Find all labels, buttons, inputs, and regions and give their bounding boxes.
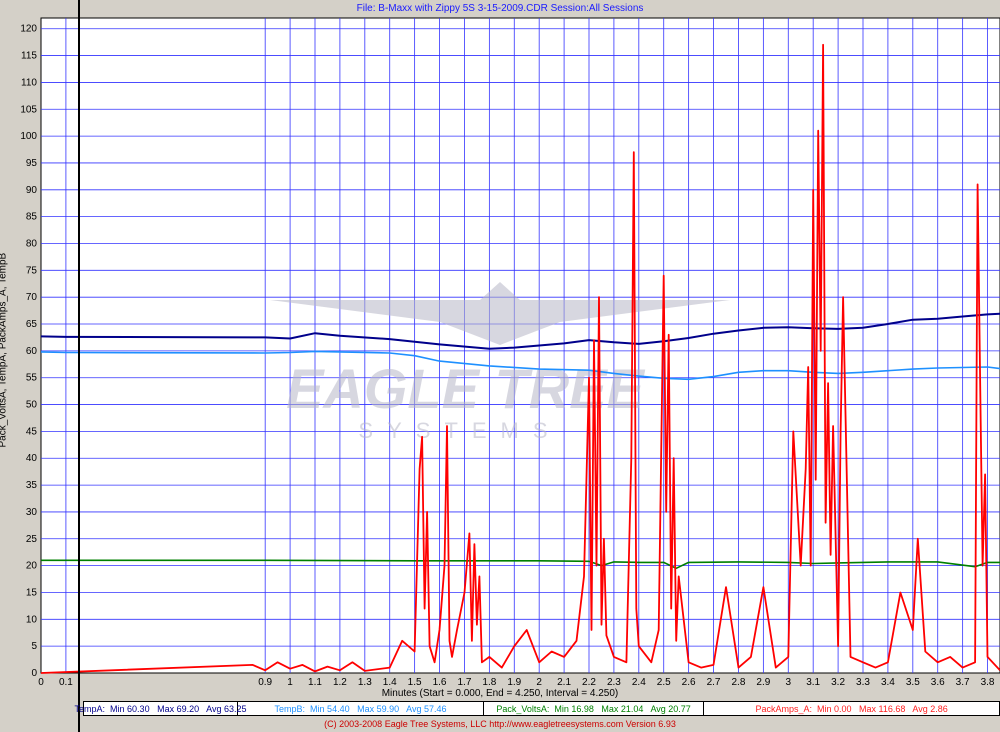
y-tick-label: 40 (26, 453, 38, 464)
x-tick-label: 1.7 (458, 677, 472, 688)
x-tick-label: 3.3 (856, 677, 870, 688)
copyright-footer: (C) 2003-2008 Eagle Tree Systems, LLC ht… (324, 719, 676, 729)
y-tick-label: 25 (26, 534, 38, 545)
y-tick-label: 60 (26, 346, 38, 357)
y-tick-label: 0 (31, 668, 37, 679)
x-tick-label: 2.6 (682, 677, 696, 688)
x-tick-label: 0.1 (59, 677, 73, 688)
x-tick-label: 2.3 (607, 677, 621, 688)
y-tick-label: 50 (26, 400, 38, 411)
x-tick-label: 1.2 (333, 677, 347, 688)
y-tick-label: 90 (26, 185, 38, 196)
x-tick-label: 3.8 (981, 677, 995, 688)
y-tick-label: 80 (26, 238, 38, 249)
x-tick-label: 3.2 (831, 677, 845, 688)
legend-packamps: PackAmps_A: Min 0.00 Max 116.68 Avg 2.86 (755, 703, 948, 714)
x-tick-label: 2.8 (732, 677, 746, 688)
y-tick-label: 45 (26, 426, 38, 437)
x-tick-label: 2.9 (756, 677, 770, 688)
plot-background (40, 17, 1000, 674)
x-axis-ticks: 0 0.1 0.9 1 1.1 1.2 1.3 1.4 1.5 1.6 1.7 1.8 1.9 2 2.1 2… (38, 677, 995, 688)
x-tick-label: 3.5 (906, 677, 920, 688)
x-tick-label: 3 (785, 677, 791, 688)
x-tick-label: 3.6 (931, 677, 945, 688)
y-tick-label: 15 (26, 587, 38, 598)
svg-text:EAGLE TREE: EAGLE TREE (286, 357, 645, 420)
y-tick-label: 70 (26, 292, 38, 303)
y-tick-label: 10 (26, 614, 38, 625)
x-axis-label: Minutes (Start = 0.000, End = 4.250, Int… (381, 688, 619, 699)
legend-packvolts: Pack_VoltsA: Min 16.98 Max 21.04 Avg 20.… (484, 702, 705, 715)
y-tick-label: 55 (26, 373, 38, 384)
y-tick-label: 35 (26, 480, 38, 491)
x-tick-label: 1 (287, 677, 293, 688)
x-tick-label: 0.9 (258, 677, 272, 688)
x-tick-label: 1.6 (433, 677, 447, 688)
stats-legend: TempA: Min 60.30 Max 69.20 Avg 63.25 Tem… (74, 701, 1000, 716)
y-tick-label: 105 (20, 104, 37, 115)
x-tick-label: 1.1 (308, 677, 322, 688)
x-tick-label: 2.1 (557, 677, 571, 688)
y-tick-label: 5 (31, 641, 37, 652)
x-tick-label: 0 (38, 677, 44, 688)
y-tick-label: 85 (26, 212, 38, 223)
svg-text:SYSTEMS: SYSTEMS (358, 418, 561, 443)
chart-svg: EAGLE TREE SYSTEMS 051015202530354045505… (20, 0, 1000, 732)
x-tick-label: 2.5 (657, 677, 671, 688)
x-tick-label: 1.9 (507, 677, 521, 688)
x-tick-label: 3.4 (881, 677, 895, 688)
y-tick-label: 115 (21, 51, 37, 62)
y-axis-ticks: 0 5 10 15 20 25 30 35 40 45 50 55 60 65 70 75 80 85 90 95 10… (20, 24, 37, 679)
y-tick-label: 65 (26, 319, 38, 330)
y-tick-label: 95 (26, 158, 38, 169)
y-tick-label: 100 (20, 131, 37, 142)
x-tick-label: 1.3 (358, 677, 372, 688)
x-tick-label: 2 (536, 677, 542, 688)
legend-tempB: TempB: Min 54.40 Max 59.90 Avg 57.46 (238, 702, 485, 715)
y-tick-label: 110 (21, 77, 37, 88)
x-tick-label: 3.7 (956, 677, 970, 688)
x-tick-label: 2.4 (632, 677, 646, 688)
y-tick-label: 20 (26, 561, 38, 572)
x-tick-label: 1.4 (383, 677, 397, 688)
x-tick-label: 1.5 (408, 677, 422, 688)
y-tick-label: 75 (26, 265, 38, 276)
x-tick-label: 2.7 (707, 677, 721, 688)
x-tick-label: 1.8 (482, 677, 496, 688)
y-tick-label: 120 (20, 24, 37, 35)
x-tick-label: 2.2 (582, 677, 596, 688)
legend-tempA: TempA: Min 60.30 Max 69.20 Avg 63.25 (74, 702, 247, 715)
x-tick-label: 3.1 (806, 677, 820, 688)
y-tick-label: 30 (26, 507, 38, 518)
